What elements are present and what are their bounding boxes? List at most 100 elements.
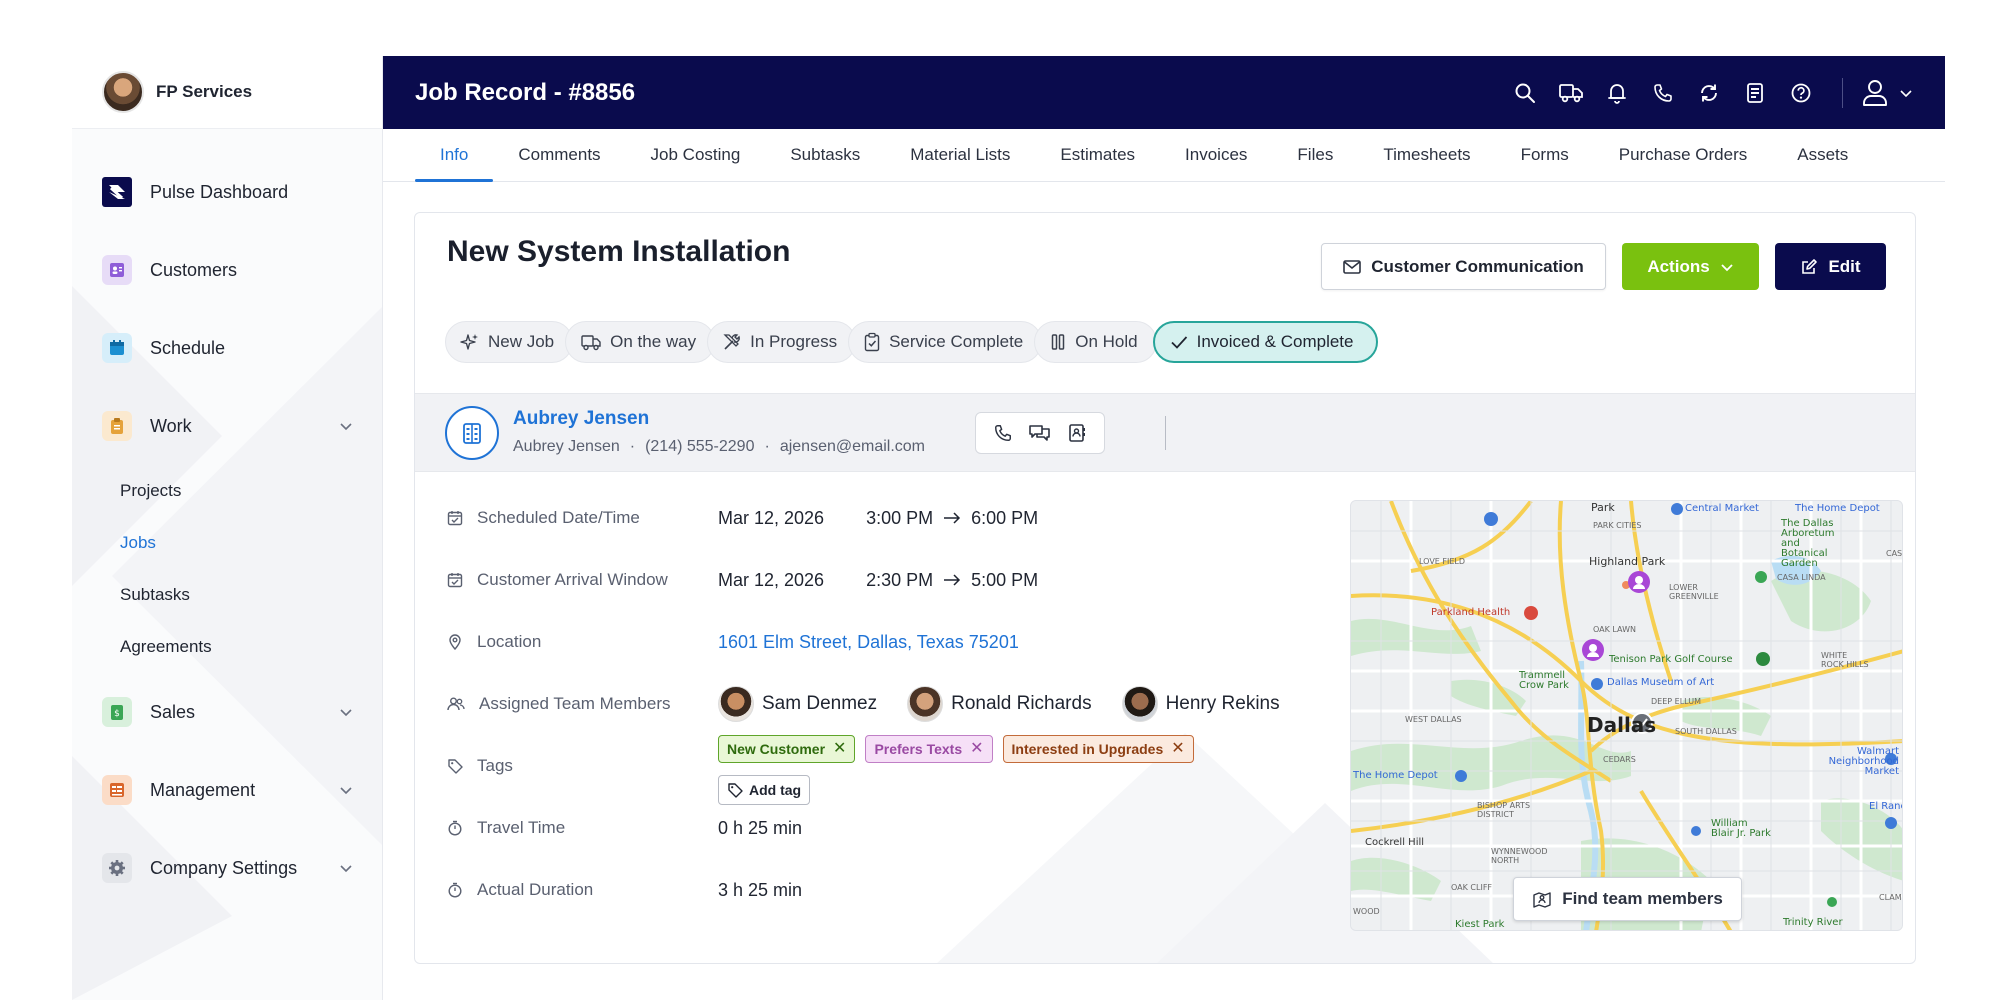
find-team-members-button[interactable]: Find team members xyxy=(1513,877,1742,921)
map-label-trinity: Trinity River xyxy=(1783,917,1843,928)
location-link[interactable]: 1601 Elm Street, Dallas, Texas 75201 xyxy=(718,632,1019,653)
sidebar-item-customers[interactable]: Customers xyxy=(72,231,382,309)
status-on-the-way[interactable]: On the way xyxy=(565,321,716,363)
location-map[interactable]: Dallas Park PARK CITIES Central Market T… xyxy=(1350,500,1903,931)
arrival-start: 2:30 PM xyxy=(866,569,934,590)
tag-icon xyxy=(728,783,743,798)
sidebar-item-work[interactable]: Work xyxy=(72,387,382,465)
map-label-park-cities: PARK CITIES xyxy=(1593,521,1642,530)
receipt-icon[interactable] xyxy=(1732,70,1778,116)
status-in-progress[interactable]: In Progress xyxy=(707,321,857,363)
gear-icon xyxy=(102,853,132,883)
truck-icon[interactable] xyxy=(1548,70,1594,116)
team-member-name: Ronald Richards xyxy=(951,693,1092,714)
tab-estimates[interactable]: Estimates xyxy=(1035,129,1160,181)
team-member[interactable]: Ronald Richards xyxy=(907,686,1092,722)
sidebar-item-label: Management xyxy=(150,779,256,800)
tab-subtasks[interactable]: Subtasks xyxy=(765,129,885,181)
phone-icon[interactable] xyxy=(993,423,1013,443)
chevron-down-icon[interactable] xyxy=(338,860,354,876)
sidebar-item-label: Schedule xyxy=(150,337,226,358)
team-icon xyxy=(447,697,465,711)
add-tag-button[interactable]: Add tag xyxy=(718,775,811,805)
actions-button[interactable]: Actions xyxy=(1622,243,1759,290)
sidebar-subitem-subtasks[interactable]: Subtasks xyxy=(72,569,382,621)
tab-purchase-orders[interactable]: Purchase Orders xyxy=(1594,129,1773,181)
calendar-check-icon xyxy=(447,511,463,526)
svg-text:$: $ xyxy=(114,709,120,719)
contact-phone: (214) 555-2290 xyxy=(645,438,755,455)
status-invoiced-complete[interactable]: Invoiced & Complete xyxy=(1152,321,1378,363)
status-label: In Progress xyxy=(750,332,838,351)
edit-button[interactable]: Edit xyxy=(1775,243,1886,290)
find-team-members-label: Find team members xyxy=(1562,889,1723,908)
sidebar-item-sales[interactable]: $ Sales xyxy=(72,673,382,751)
sidebar-subitem-projects[interactable]: Projects xyxy=(72,465,382,517)
map-label-west-dallas: WEST DALLAS xyxy=(1405,715,1462,724)
sidebar-item-schedule[interactable]: Schedule xyxy=(72,309,382,387)
team-member[interactable]: Henry Rekins xyxy=(1121,686,1280,722)
sidebar-item-management[interactable]: Management xyxy=(72,751,382,829)
chevron-down-icon[interactable] xyxy=(338,704,354,720)
tab-forms[interactable]: Forms xyxy=(1496,129,1594,181)
arrival-date: Mar 12, 2026 xyxy=(718,569,825,590)
brand-name: FP Services xyxy=(156,82,253,101)
map-label-dallas: Dallas xyxy=(1587,713,1657,737)
avatar xyxy=(907,686,944,722)
help-icon[interactable] xyxy=(1778,70,1824,116)
status-service-complete[interactable]: Service Complete xyxy=(848,321,1043,363)
map-label-oak-lawn: OAK LAWN xyxy=(1593,625,1636,634)
sidebar-item-company-settings[interactable]: Company Settings xyxy=(72,829,382,907)
scheduled-end: 6:00 PM xyxy=(971,507,1039,528)
contact-card-icon[interactable] xyxy=(1067,423,1087,443)
team-member[interactable]: Sam Denmez xyxy=(718,686,877,722)
job-panel: New System Installation Customer Communi… xyxy=(414,212,1916,964)
team-value: Sam Denmez Ronald Richards Henry Rekins xyxy=(718,686,1300,722)
tab-info[interactable]: Info xyxy=(415,129,494,182)
phone-icon[interactable] xyxy=(1640,70,1686,116)
bell-icon[interactable] xyxy=(1594,70,1640,116)
location-value: 1601 Elm Street, Dallas, Texas 75201 xyxy=(718,627,1019,657)
customer-name-link[interactable]: Aubrey Jensen xyxy=(513,408,649,430)
user-menu[interactable] xyxy=(1861,78,1913,108)
map-label-home-depot-left: The Home Depot xyxy=(1353,770,1438,781)
chevron-down-icon[interactable] xyxy=(338,782,354,798)
chevron-down-icon xyxy=(1721,263,1733,271)
chat-icon[interactable] xyxy=(1028,423,1052,443)
map-label-dma: Dallas Museum of Art xyxy=(1607,677,1715,688)
chevron-down-icon[interactable] xyxy=(338,418,354,434)
detail-label: Location xyxy=(447,627,718,657)
detail-row-scheduled: Scheduled Date/Time Mar 12, 2026 3:00 PM… xyxy=(447,503,1347,533)
brand[interactable]: FP Services xyxy=(72,56,382,129)
job-title: New System Installation xyxy=(447,235,791,268)
scheduled-date: Mar 12, 2026 xyxy=(718,507,825,528)
sidebar-subitem-agreements[interactable]: Agreements xyxy=(72,621,382,673)
detail-row-duration: Actual Duration 3 h 25 min xyxy=(447,875,1347,905)
detail-row-location: Location 1601 Elm Street, Dallas, Texas … xyxy=(447,627,1347,657)
tab-timesheets[interactable]: Timesheets xyxy=(1358,129,1495,181)
tab-invoices[interactable]: Invoices xyxy=(1160,129,1272,181)
tab-assets[interactable]: Assets xyxy=(1772,129,1873,181)
detail-label: Travel Time xyxy=(447,813,718,843)
travel-label: Travel Time xyxy=(477,818,566,837)
detail-label: Actual Duration xyxy=(447,875,718,905)
map-label-wynnewood: WYNNEWOOD NORTH xyxy=(1491,847,1548,865)
customer-communication-button[interactable]: Customer Communication xyxy=(1321,243,1606,290)
map-label-kiest: Kiest Park xyxy=(1455,919,1505,930)
tab-job-costing[interactable]: Job Costing xyxy=(626,129,766,181)
tab-files[interactable]: Files xyxy=(1272,129,1358,181)
sidebar-item-pulse-dashboard[interactable]: Pulse Dashboard xyxy=(72,153,382,231)
status-on-hold[interactable]: On Hold xyxy=(1034,321,1157,363)
travel-time: 0 h 25 min xyxy=(718,817,803,838)
sidebar-subitem-jobs[interactable]: Jobs xyxy=(72,517,382,569)
duration-value: 3 h 25 min xyxy=(718,875,802,905)
detail-label: Scheduled Date/Time xyxy=(447,503,718,533)
sidebar: FP Services Pulse Dashboard Customers Sc… xyxy=(72,56,383,1000)
sidebar-item-label: Pulse Dashboard xyxy=(150,181,289,202)
tab-comments[interactable]: Comments xyxy=(493,129,625,181)
refresh-icon[interactable] xyxy=(1686,70,1732,116)
tab-material-lists[interactable]: Material Lists xyxy=(885,129,1035,181)
search-icon[interactable] xyxy=(1502,70,1548,116)
map-label-park: Park xyxy=(1591,501,1615,514)
status-new-job[interactable]: New Job xyxy=(445,321,574,363)
